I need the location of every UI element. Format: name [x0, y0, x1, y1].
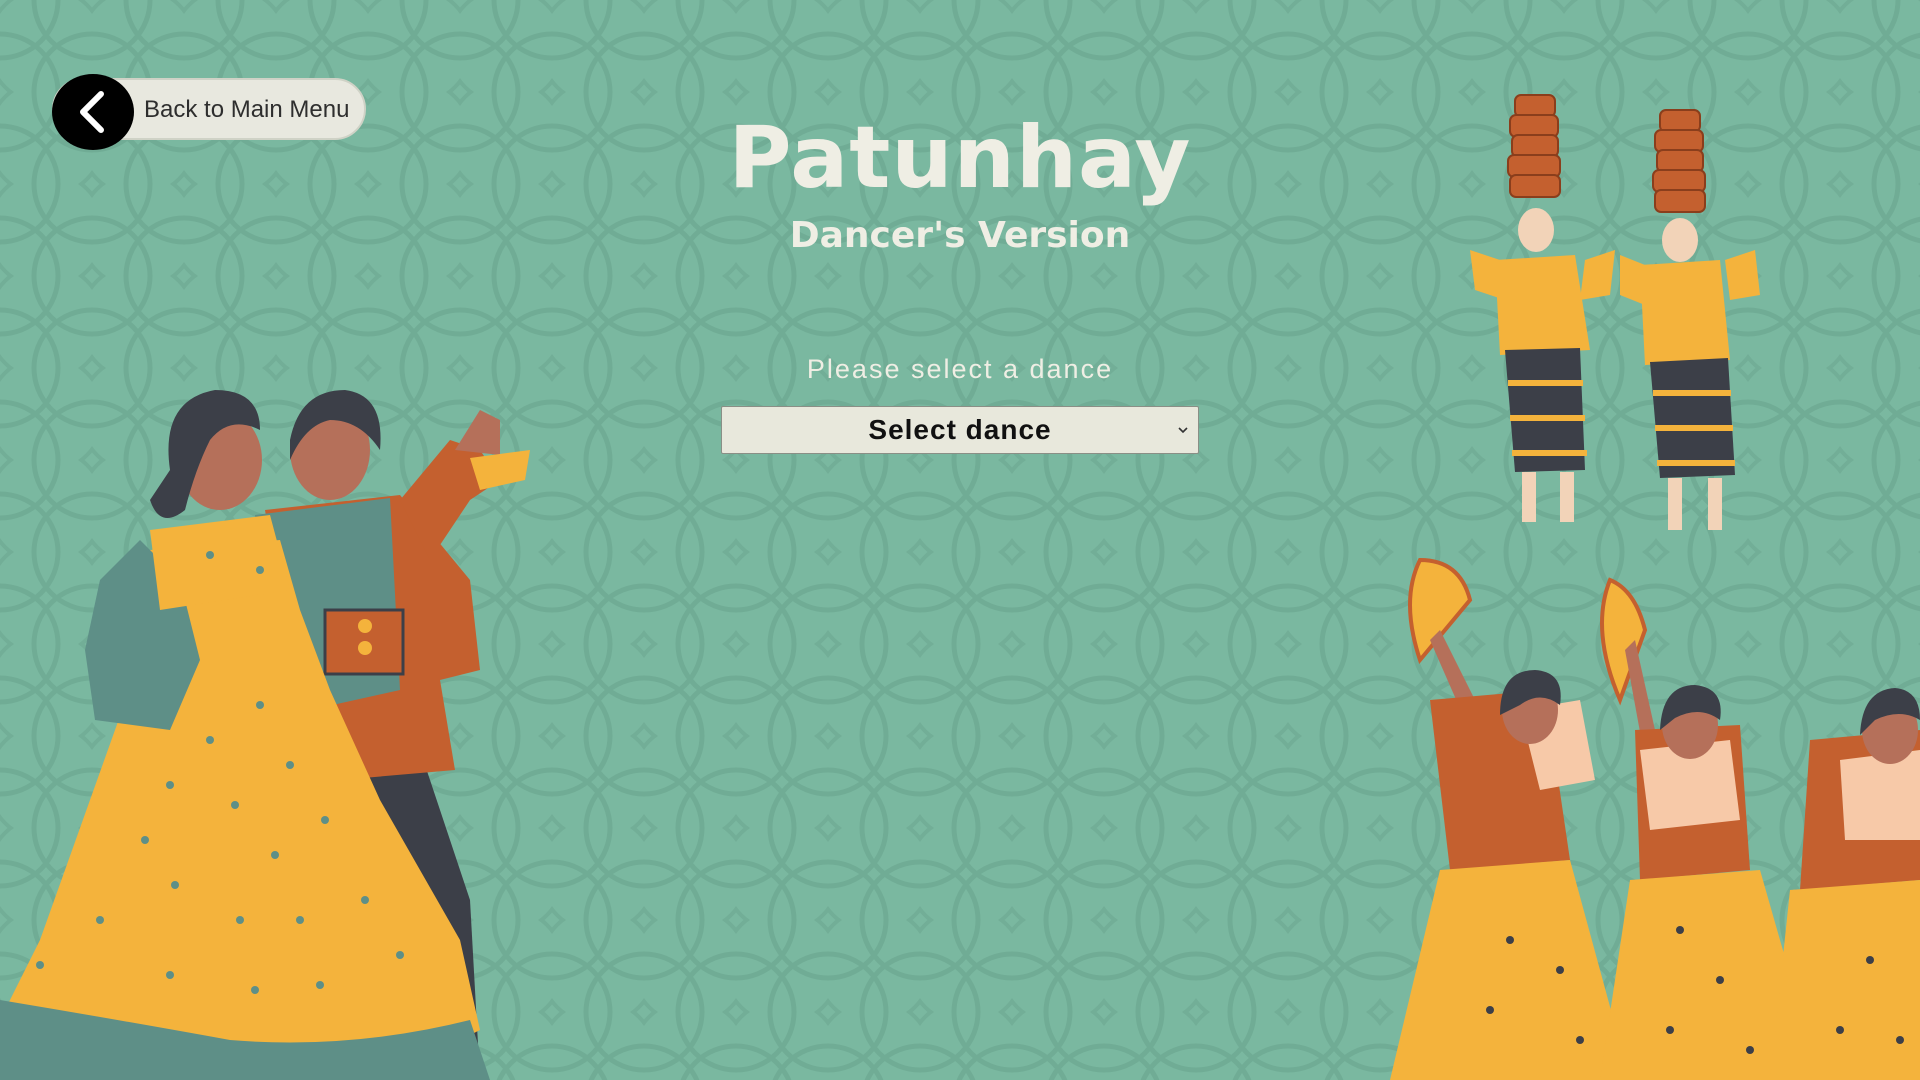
back-to-main-menu-button[interactable]: Back to Main Menu: [52, 74, 366, 150]
select-prompt: Please select a dance: [806, 354, 1114, 384]
couple-dancers-illustration: [0, 390, 530, 1080]
back-button-label: Back to Main Menu: [144, 96, 350, 123]
dance-select-value: Select dance: [868, 414, 1052, 445]
page-subtitle: Dancer's Version: [789, 215, 1131, 256]
dance-select[interactable]: Select dance: [721, 406, 1199, 454]
fan-dancers-illustration: [1390, 557, 1920, 1080]
chevron-left-icon[interactable]: [52, 74, 134, 150]
chevron-down-icon: [1178, 427, 1188, 434]
